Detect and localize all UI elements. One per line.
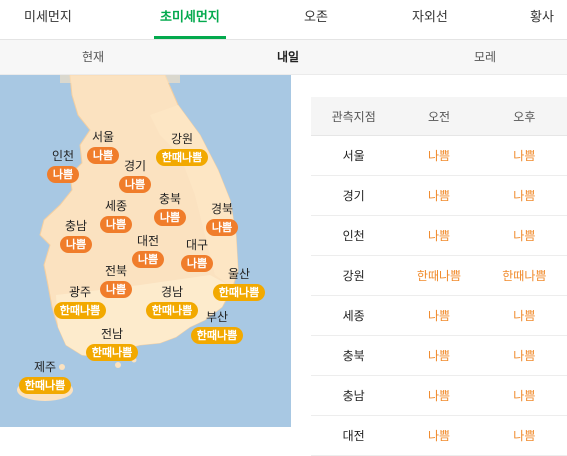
tab-ozone[interactable]: 오존 <box>304 0 328 39</box>
tab-fine-dust[interactable]: 미세먼지 <box>24 0 72 39</box>
table-row: 서울 나쁨 나쁨 <box>311 135 567 176</box>
afternoon-value: 나쁨 <box>481 335 567 376</box>
status-badge: 한때나쁨 <box>190 327 244 344</box>
status-badge: 나쁨 <box>118 176 152 193</box>
status-badge: 나쁨 <box>153 209 187 226</box>
morning-value: 나쁨 <box>396 335 482 376</box>
morning-value: 나쁨 <box>396 175 482 216</box>
table-row: 강원 한때나쁨 한때나쁨 <box>311 255 567 296</box>
status-badge: 한때나쁨 <box>212 284 266 301</box>
header-morning: 오전 <box>396 97 482 136</box>
tab-day-after-tomorrow[interactable]: 모레 <box>474 40 496 74</box>
northern-area <box>60 75 180 83</box>
region-gyeonggi[interactable]: 경기 나쁨 <box>100 159 170 193</box>
island-shape <box>115 362 121 368</box>
header-afternoon: 오후 <box>481 97 567 136</box>
forecast-table-container: 관측지점 오전 오후 서울 나쁨 나쁨 경기 나쁨 나쁨 인천 나쁨 나쁨 강원… <box>311 97 567 456</box>
tab-uv[interactable]: 자외선 <box>412 0 448 39</box>
region-incheon[interactable]: 인천 나쁨 <box>28 149 98 183</box>
region-busan[interactable]: 부산 한때나쁨 <box>182 310 252 344</box>
station-name: 충남 <box>311 375 397 416</box>
morning-value: 나쁨 <box>396 295 482 336</box>
afternoon-value: 한때나쁨 <box>481 255 567 296</box>
status-badge: 한때나쁨 <box>18 377 72 394</box>
region-jeju[interactable]: 제주 한때나쁨 <box>10 360 80 394</box>
table-row: 대전 나쁨 나쁨 <box>311 415 567 456</box>
table-row: 충남 나쁨 나쁨 <box>311 375 567 416</box>
station-name: 경기 <box>311 175 397 216</box>
morning-value: 한때나쁨 <box>396 255 482 296</box>
tab-ultrafine-dust[interactable]: 초미세먼지 <box>154 0 226 39</box>
station-name: 인천 <box>311 215 397 256</box>
station-name: 대전 <box>311 415 397 456</box>
status-badge: 나쁨 <box>205 219 239 236</box>
korea-map: 서울 나쁨 강원 한때나쁨 인천 나쁨 경기 나쁨 세종 나쁨 충북 나쁨 경북… <box>0 75 291 427</box>
region-gyeongbuk[interactable]: 경북 나쁨 <box>187 202 257 236</box>
top-tab-bar: 미세먼지 초미세먼지 오존 자외선 황사 <box>0 0 567 40</box>
region-jeonnam[interactable]: 전남 한때나쁨 <box>77 327 147 361</box>
morning-value: 나쁨 <box>396 375 482 416</box>
tab-yellow-dust[interactable]: 황사 <box>530 0 554 39</box>
afternoon-value: 나쁨 <box>481 295 567 336</box>
morning-value: 나쁨 <box>396 215 482 256</box>
table-row: 경기 나쁨 나쁨 <box>311 175 567 216</box>
afternoon-value: 나쁨 <box>481 375 567 416</box>
station-name: 강원 <box>311 255 397 296</box>
forecast-table: 관측지점 오전 오후 서울 나쁨 나쁨 경기 나쁨 나쁨 인천 나쁨 나쁨 강원… <box>311 97 567 456</box>
table-header-row: 관측지점 오전 오후 <box>311 97 567 136</box>
status-badge: 한때나쁨 <box>53 302 107 319</box>
morning-value: 나쁨 <box>396 415 482 456</box>
region-chungnam[interactable]: 충남 나쁨 <box>41 219 111 253</box>
status-badge: 한때나쁨 <box>85 344 139 361</box>
region-ulsan[interactable]: 울산 한때나쁨 <box>204 267 274 301</box>
status-badge: 나쁨 <box>46 166 80 183</box>
afternoon-value: 나쁨 <box>481 215 567 256</box>
region-gwangju[interactable]: 광주 한때나쁨 <box>45 285 115 319</box>
header-station: 관측지점 <box>311 97 397 136</box>
day-tab-bar: 현재 내일 모레 <box>0 40 567 75</box>
table-row: 충북 나쁨 나쁨 <box>311 335 567 376</box>
afternoon-value: 나쁨 <box>481 415 567 456</box>
afternoon-value: 나쁨 <box>481 175 567 216</box>
tab-today[interactable]: 현재 <box>82 40 104 74</box>
table-row: 세종 나쁨 나쁨 <box>311 295 567 336</box>
morning-value: 나쁨 <box>396 135 482 176</box>
status-badge: 나쁨 <box>59 236 93 253</box>
station-name: 세종 <box>311 295 397 336</box>
afternoon-value: 나쁨 <box>481 135 567 176</box>
table-row: 인천 나쁨 나쁨 <box>311 215 567 256</box>
station-name: 충북 <box>311 335 397 376</box>
tab-tomorrow[interactable]: 내일 <box>277 40 299 74</box>
station-name: 서울 <box>311 135 397 176</box>
